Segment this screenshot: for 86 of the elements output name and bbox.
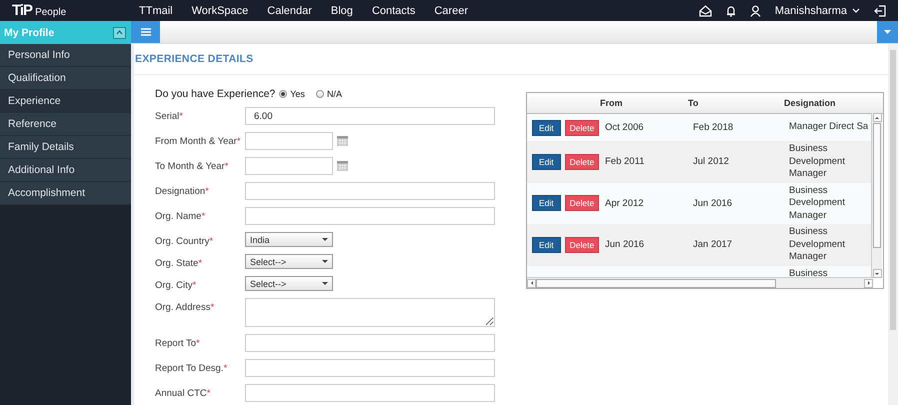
input-field[interactable] <box>245 384 495 402</box>
sidebar-item[interactable]: Family Details <box>0 136 131 159</box>
menu-button[interactable] <box>131 21 160 43</box>
field-label: To Month & Year* <box>155 160 230 173</box>
logo-mark: TiP <box>12 2 32 18</box>
radio-label: N/A <box>326 89 342 99</box>
logo-text: People <box>35 6 66 18</box>
delete-button[interactable]: Delete <box>564 195 600 212</box>
logout-icon[interactable] <box>874 4 886 16</box>
question-label: Do you have Experience? <box>155 88 276 100</box>
section-title: EXPERIENCE DETAILS <box>135 53 254 65</box>
delete-button[interactable]: Delete <box>564 120 600 136</box>
bell-icon[interactable] <box>726 4 736 16</box>
input-field[interactable] <box>245 207 495 225</box>
field-label: From Month & Year* <box>155 135 242 148</box>
nav-link[interactable]: Contacts <box>372 4 416 16</box>
home-mail-icon[interactable] <box>698 4 712 16</box>
edit-button[interactable]: Edit <box>532 236 561 253</box>
chevron-down-icon <box>852 8 860 13</box>
input-field[interactable] <box>245 359 495 377</box>
table-cell: Business Development Manager <box>789 184 845 220</box>
field-label: Serial* <box>155 110 184 123</box>
select-dropdown[interactable]: India <box>245 232 333 247</box>
input-field[interactable] <box>245 334 495 352</box>
sidebar-item[interactable]: Personal Info <box>0 44 131 67</box>
field-label: Annual CTC* <box>155 387 212 400</box>
edit-button[interactable]: Edit <box>532 154 561 170</box>
radio-button[interactable] <box>316 90 324 98</box>
vertical-scrollbar[interactable] <box>871 113 882 278</box>
nav-link[interactable]: Calendar <box>267 4 312 16</box>
table-cell-text: Jan 2017 <box>693 239 734 250</box>
field-label: Designation* <box>155 185 210 198</box>
table-cell: Business Development Manager <box>789 226 845 262</box>
nav-link[interactable]: Career <box>434 4 468 16</box>
table-cell-text: Apr 2012 <box>605 198 645 209</box>
horizontal-scrollbar[interactable] <box>527 277 873 288</box>
input-field[interactable] <box>245 298 495 327</box>
radio-label: Yes <box>290 89 305 99</box>
input-field[interactable] <box>245 182 495 200</box>
user-icon[interactable] <box>750 4 761 16</box>
collapse-button[interactable] <box>113 26 126 38</box>
delete-button[interactable]: Delete <box>564 236 600 253</box>
radio-button[interactable] <box>279 90 288 98</box>
table-cell-text: Feb 2018 <box>693 122 734 133</box>
select-dropdown[interactable]: Select--> <box>245 276 333 291</box>
sidebar-item[interactable]: Reference <box>0 113 131 136</box>
field-label: Org. State* <box>155 257 204 270</box>
delete-button[interactable]: Delete <box>564 154 600 170</box>
sidebar-item[interactable]: Experience <box>0 90 131 113</box>
caret-up-icon <box>116 30 123 35</box>
field-label: Org. City* <box>155 279 198 292</box>
caret-icon <box>884 30 891 34</box>
table-cell: Business Development Manager <box>789 143 845 179</box>
nav-link[interactable]: WorkSpace <box>192 4 248 16</box>
column-header: From <box>600 98 624 108</box>
calendar-icon[interactable] <box>337 136 348 146</box>
field-label: Report To* <box>155 337 201 350</box>
table-cell-text: Oct 2006 <box>605 122 645 133</box>
sidebar-item[interactable]: Qualification <box>0 67 131 90</box>
table-cell-text: Jul 2012 <box>693 156 730 168</box>
table-cell: Business <box>789 268 828 278</box>
user-menu[interactable]: Manishsharma <box>774 4 860 16</box>
date-field[interactable] <box>245 132 333 150</box>
input-field[interactable]: 6.00 <box>245 107 495 125</box>
column-header: Designation <box>784 98 837 108</box>
field-label: Org. Address* <box>155 301 216 314</box>
table-cell: Manager Direct Sa <box>789 121 868 132</box>
sidebar-item[interactable]: Accomplishment <box>0 182 131 205</box>
sidebar-item[interactable]: Additional Info <box>0 159 131 182</box>
nav-link[interactable]: TTmail <box>139 4 173 16</box>
nav-link[interactable]: Blog <box>330 4 353 16</box>
table-cell-text: Feb 2011 <box>605 156 646 168</box>
edit-button[interactable]: Edit <box>532 120 561 136</box>
column-header: To <box>688 98 700 108</box>
dropdown-button[interactable] <box>877 21 898 43</box>
date-field[interactable] <box>245 157 333 175</box>
page-scrollbar[interactable] <box>888 44 898 405</box>
menu-icon <box>140 28 150 36</box>
field-label: Org. Country* <box>155 235 214 248</box>
table-cell-text: Jun 2016 <box>693 198 734 209</box>
select-dropdown[interactable]: Select--> <box>245 254 333 269</box>
field-label: Report To Desg.* <box>155 362 228 375</box>
table-cell-text: Jun 2016 <box>605 239 646 250</box>
edit-button[interactable]: Edit <box>532 195 561 212</box>
calendar-icon[interactable] <box>337 161 348 171</box>
field-label: Org. Name* <box>155 210 206 223</box>
